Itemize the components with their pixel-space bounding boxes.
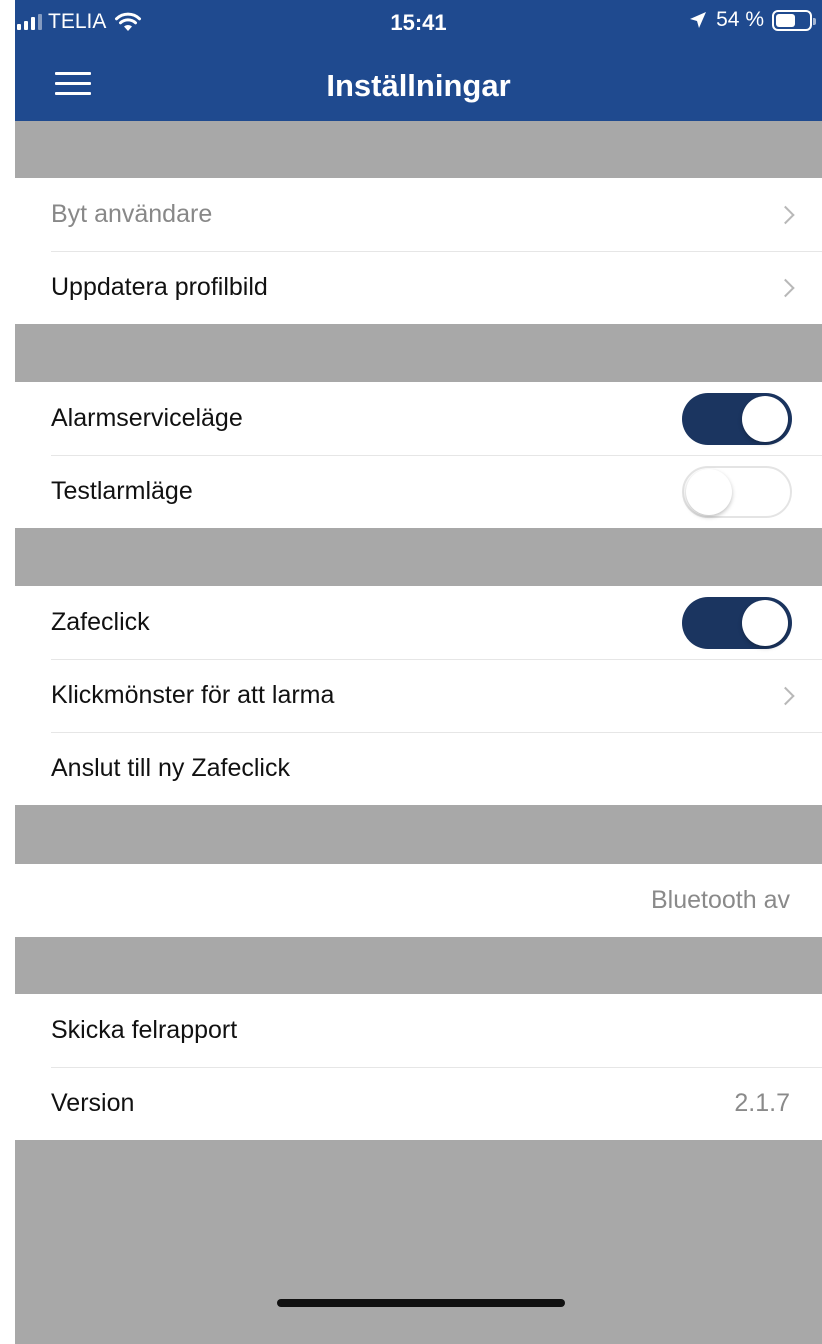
page-title: Inställningar xyxy=(326,68,511,103)
zafeclick-label: Zafeclick xyxy=(51,608,150,636)
send-report-label: Skicka felrapport xyxy=(51,1016,238,1044)
test-alarm-mode-row: Testlarmläge xyxy=(15,455,822,528)
version-row: Version 2.1.7 xyxy=(15,1067,822,1140)
bluetooth-status: Bluetooth av xyxy=(651,886,790,914)
test-alarm-mode-toggle[interactable] xyxy=(682,465,792,518)
zafeclick-group: Zafeclick Klickmönster för att larma Ans… xyxy=(15,586,822,805)
switch-user-label: Byt användare xyxy=(51,200,213,228)
zafeclick-row: Zafeclick xyxy=(15,586,822,659)
update-profile-picture-label: Uppdatera profilbild xyxy=(51,273,268,301)
navigation-bar: Inställningar xyxy=(15,44,822,121)
click-pattern-label: Klickmönster för att larma xyxy=(51,681,335,709)
send-report-row[interactable]: Skicka felrapport xyxy=(15,994,822,1067)
version-label: Version xyxy=(51,1089,135,1117)
settings-screen: TELIA 15:41 54 % Inställningar Byt använ… xyxy=(15,0,822,1344)
switch-user-row[interactable]: Byt användare xyxy=(15,178,822,251)
modes-group: Alarmserviceläge Testlarmläge xyxy=(15,382,822,528)
status-right: 54 % xyxy=(688,8,816,32)
chevron-right-icon xyxy=(776,205,795,224)
home-indicator[interactable] xyxy=(277,1299,565,1307)
status-bar: TELIA 15:41 54 % xyxy=(15,0,822,44)
alarm-service-mode-label: Alarmserviceläge xyxy=(51,404,243,432)
location-arrow-icon xyxy=(690,12,707,28)
bluetooth-status-row: Bluetooth av xyxy=(15,864,822,937)
click-pattern-row[interactable]: Klickmönster för att larma xyxy=(15,659,822,732)
account-group: Byt användare Uppdatera profilbild xyxy=(15,178,822,324)
version-value: 2.1.7 xyxy=(734,1089,790,1117)
alarm-service-mode-row: Alarmserviceläge xyxy=(15,382,822,455)
top-bar: TELIA 15:41 54 % Inställningar xyxy=(15,0,822,121)
alarm-service-mode-toggle[interactable] xyxy=(682,392,792,445)
update-profile-picture-row[interactable]: Uppdatera profilbild xyxy=(15,251,822,324)
about-group: Skicka felrapport Version 2.1.7 xyxy=(15,994,822,1140)
chevron-right-icon xyxy=(776,686,795,705)
battery-icon xyxy=(772,9,816,31)
battery-percent: 54 % xyxy=(716,8,764,31)
chevron-right-icon xyxy=(776,278,795,297)
bluetooth-group: Bluetooth av xyxy=(15,864,822,937)
connect-new-zafeclick-row[interactable]: Anslut till ny Zafeclick xyxy=(15,732,822,805)
test-alarm-mode-label: Testlarmläge xyxy=(51,477,193,505)
connect-new-zafeclick-label: Anslut till ny Zafeclick xyxy=(51,754,290,782)
zafeclick-toggle[interactable] xyxy=(682,596,792,649)
